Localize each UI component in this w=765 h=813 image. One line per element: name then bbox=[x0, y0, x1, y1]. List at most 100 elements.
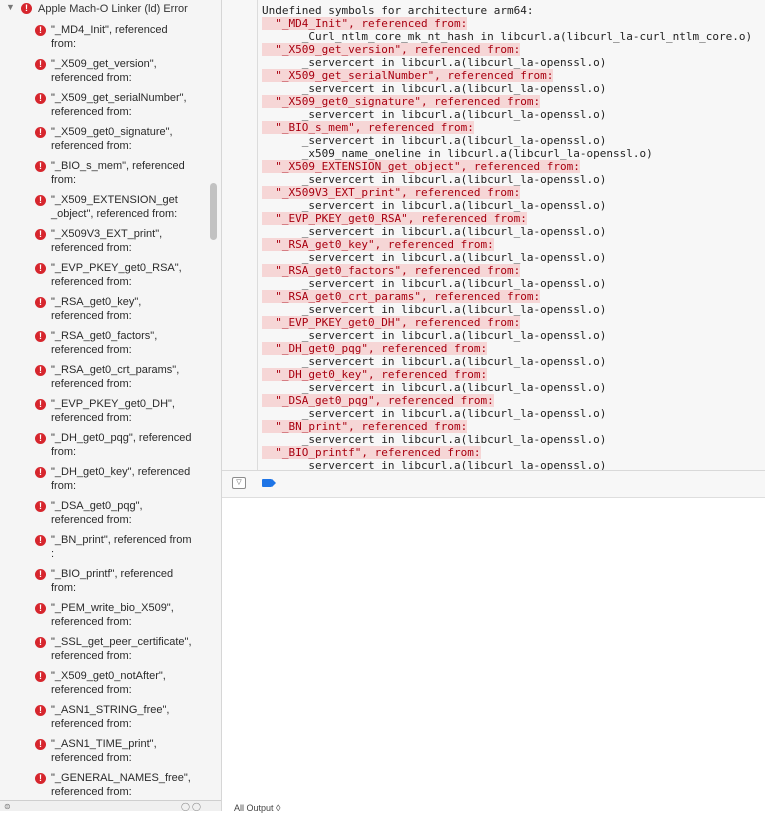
log-line-text: _servercert in libcurl.a(libcurl_la-open… bbox=[262, 251, 607, 264]
log-line-text: _servercert in libcurl.a(libcurl_la-open… bbox=[262, 199, 607, 212]
log-line-text: _servercert in libcurl.a(libcurl_la-open… bbox=[262, 225, 607, 238]
issue-text: "_PEM_write_bio_X509", referenced from: bbox=[51, 601, 211, 629]
issue-item[interactable]: ! "_X509_get_serialNumber", referenced fro… bbox=[0, 91, 221, 125]
issue-text: "_EVP_PKEY_get0_DH", referenced from: bbox=[51, 397, 211, 425]
log-line-text: "_X509_get_serialNumber", referenced fro… bbox=[262, 69, 554, 82]
issue-text-line: "_ASN1_TIME_print", bbox=[51, 738, 157, 750]
log-line-text: "_RSA_get0_factors", referenced from: bbox=[262, 264, 521, 277]
issue-navigator: ▼ ! Apple Mach-O Linker (ld) Error ! "_MD… bbox=[0, 0, 222, 811]
issue-item[interactable]: ! "_RSA_get0_crt_params", referenced from: bbox=[0, 363, 221, 397]
log-line: _Curl_ntlm_core_mk_nt_hash in libcurl.a(… bbox=[262, 30, 752, 43]
log-line-text: _servercert in libcurl.a(libcurl_la-open… bbox=[262, 355, 607, 368]
error-icon: ! bbox=[35, 229, 46, 240]
issue-text-line: from: bbox=[51, 582, 77, 594]
issue-item[interactable]: ! "_EVP_PKEY_get0_RSA", referenced from: bbox=[0, 261, 221, 295]
log-line-text: _servercert in libcurl.a(libcurl_la-open… bbox=[262, 303, 607, 316]
issue-text-line: "_SSL_get_peer_certificate", bbox=[51, 636, 192, 648]
console-output[interactable]: All Output ◊ bbox=[222, 498, 765, 813]
filter-icon[interactable]: ⊜ bbox=[4, 803, 11, 811]
disclosure-triangle-icon[interactable]: ▼ bbox=[6, 2, 15, 12]
undefined-symbol-line: "_EVP_PKEY_get0_DH", referenced from: bbox=[262, 316, 752, 329]
issue-item[interactable]: ! "_X509_get0_notAfter", referenced from: bbox=[0, 669, 221, 703]
error-icon: ! bbox=[35, 501, 46, 512]
issue-text: "_EVP_PKEY_get0_RSA", referenced from: bbox=[51, 261, 211, 289]
error-icon: ! bbox=[35, 603, 46, 614]
issue-item[interactable]: ! "_DH_get0_key", referenced from: bbox=[0, 465, 221, 499]
error-icon: ! bbox=[35, 195, 46, 206]
issue-item[interactable]: ! "_EVP_PKEY_get0_DH", referenced from: bbox=[0, 397, 221, 431]
issue-text-line: "_DH_get0_key", referenced bbox=[51, 466, 191, 478]
log-line-text: "_DH_get0_pqg", referenced from: bbox=[262, 342, 488, 355]
undefined-symbol-line: "_RSA_get0_crt_params", referenced from: bbox=[262, 290, 752, 303]
undefined-symbol-line: "_DH_get0_key", referenced from: bbox=[262, 368, 752, 381]
issue-text-line: : bbox=[51, 548, 55, 560]
log-line-text: "_MD4_Init", referenced from: bbox=[262, 17, 468, 30]
issue-item[interactable]: ! "_PEM_write_bio_X509", referenced from: bbox=[0, 601, 221, 635]
issue-item[interactable]: ! "_ASN1_STRING_free", referenced from: bbox=[0, 703, 221, 737]
issue-item[interactable]: ! "_MD4_Init", referenced from: bbox=[0, 23, 221, 57]
log-line: _servercert in libcurl.a(libcurl_la-open… bbox=[262, 108, 752, 121]
undefined-symbol-line: "_EVP_PKEY_get0_RSA", referenced from: bbox=[262, 212, 752, 225]
error-icon: ! bbox=[35, 93, 46, 104]
log-line-text: "_BIO_s_mem", referenced from: bbox=[262, 121, 474, 134]
issue-item[interactable]: ! "_BN_print", referenced from: bbox=[0, 533, 221, 567]
log-line-text: "_X509_get_version", referenced from: bbox=[262, 43, 521, 56]
issue-item[interactable]: ! "_SSL_get_peer_certificate", referenced … bbox=[0, 635, 221, 669]
issue-item[interactable]: ! "_X509V3_EXT_print", referenced from: bbox=[0, 227, 221, 261]
issue-text: "_BIO_s_mem", referenced from: bbox=[51, 159, 211, 187]
log-line-text: "_X509_get0_signature", referenced from: bbox=[262, 95, 541, 108]
issue-text-line: referenced from: bbox=[51, 718, 132, 730]
issue-group-header[interactable]: ▼ ! Apple Mach-O Linker (ld) Error bbox=[0, 0, 221, 18]
log-line-text: _servercert in libcurl.a(libcurl_la-open… bbox=[262, 82, 607, 95]
log-line-text: _x509_name_oneline in libcurl.a(libcurl_… bbox=[262, 147, 653, 160]
undefined-symbol-line: "_X509_EXTENSION_get_object", referenced… bbox=[262, 160, 752, 173]
issue-item[interactable]: ! "_ASN1_TIME_print", referenced from: bbox=[0, 737, 221, 771]
issue-text-line: from: bbox=[51, 446, 77, 458]
error-icon: ! bbox=[35, 535, 46, 546]
issue-text-line: "_BIO_s_mem", referenced bbox=[51, 160, 185, 172]
breakpoint-icon[interactable] bbox=[262, 479, 276, 487]
issue-text-line: referenced from: bbox=[51, 412, 132, 424]
log-line-text: "_EVP_PKEY_get0_DH", referenced from: bbox=[262, 316, 521, 329]
issue-text-line: "_EVP_PKEY_get0_RSA", bbox=[51, 262, 182, 274]
log-line: _servercert in libcurl.a(libcurl_la-open… bbox=[262, 433, 752, 446]
issue-text-line: _object", referenced from: bbox=[51, 208, 178, 220]
issue-item[interactable]: ! "_DSA_get0_pqg", referenced from: bbox=[0, 499, 221, 533]
hide-debug-area-button[interactable]: ▽ bbox=[232, 477, 246, 489]
issue-text: "_X509_get_serialNumber", referenced from… bbox=[51, 91, 211, 119]
issue-item[interactable]: ! "_X509_EXTENSION_get _object", reference… bbox=[0, 193, 221, 227]
log-line-text: _servercert in libcurl.a(libcurl_la-open… bbox=[262, 329, 607, 342]
sidebar-scrollbar[interactable] bbox=[210, 183, 217, 240]
log-line-text: _servercert in libcurl.a(libcurl_la-open… bbox=[262, 277, 607, 290]
issue-text-line: referenced from: bbox=[51, 140, 132, 152]
log-line-text: "_DSA_get0_pqg", referenced from: bbox=[262, 394, 494, 407]
issue-item[interactable]: ! "_RSA_get0_factors", referenced from: bbox=[0, 329, 221, 363]
issue-item[interactable]: ! "_BIO_printf", referenced from: bbox=[0, 567, 221, 601]
log-line: _servercert in libcurl.a(libcurl_la-open… bbox=[262, 381, 752, 394]
issue-item[interactable]: ! "_BIO_s_mem", referenced from: bbox=[0, 159, 221, 193]
issue-text-line: "_X509_get0_notAfter", bbox=[51, 670, 166, 682]
output-filter-select[interactable]: All Output ◊ bbox=[234, 804, 280, 813]
issue-item[interactable]: ! "_DH_get0_pqg", referenced from: bbox=[0, 431, 221, 465]
error-icon: ! bbox=[35, 331, 46, 342]
issue-text-line: from: bbox=[51, 38, 77, 50]
log-line-text: _servercert in libcurl.a(libcurl_la-open… bbox=[262, 108, 607, 121]
issue-item[interactable]: ! "_X509_get_version", referenced from: bbox=[0, 57, 221, 91]
issue-text-line: "_X509_get0_signature", bbox=[51, 126, 173, 138]
issue-text: "_RSA_get0_key", referenced from: bbox=[51, 295, 211, 323]
issue-text: "_SSL_get_peer_certificate", referenced f… bbox=[51, 635, 211, 663]
issue-text: "_DH_get0_key", referenced from: bbox=[51, 465, 211, 493]
filter-options-icon[interactable]: ◯◯ bbox=[181, 803, 203, 811]
undefined-symbol-line: "_BIO_printf", referenced from: bbox=[262, 446, 752, 459]
issue-item[interactable]: ! "_RSA_get0_key", referenced from: bbox=[0, 295, 221, 329]
log-line: _servercert in libcurl.a(libcurl_la-open… bbox=[262, 225, 752, 238]
issue-item[interactable]: ! "_X509_get0_signature", referenced from: bbox=[0, 125, 221, 159]
issue-text: "_X509_EXTENSION_get _object", referenced… bbox=[51, 193, 211, 221]
error-icon: ! bbox=[35, 263, 46, 274]
issue-text-line: "_ASN1_STRING_free", bbox=[51, 704, 170, 716]
log-gutter bbox=[257, 0, 258, 470]
error-icon: ! bbox=[35, 433, 46, 444]
issue-text-line: from: bbox=[51, 174, 77, 186]
issue-text-line: referenced from: bbox=[51, 378, 132, 390]
undefined-symbol-line: "_DSA_get0_pqg", referenced from: bbox=[262, 394, 752, 407]
